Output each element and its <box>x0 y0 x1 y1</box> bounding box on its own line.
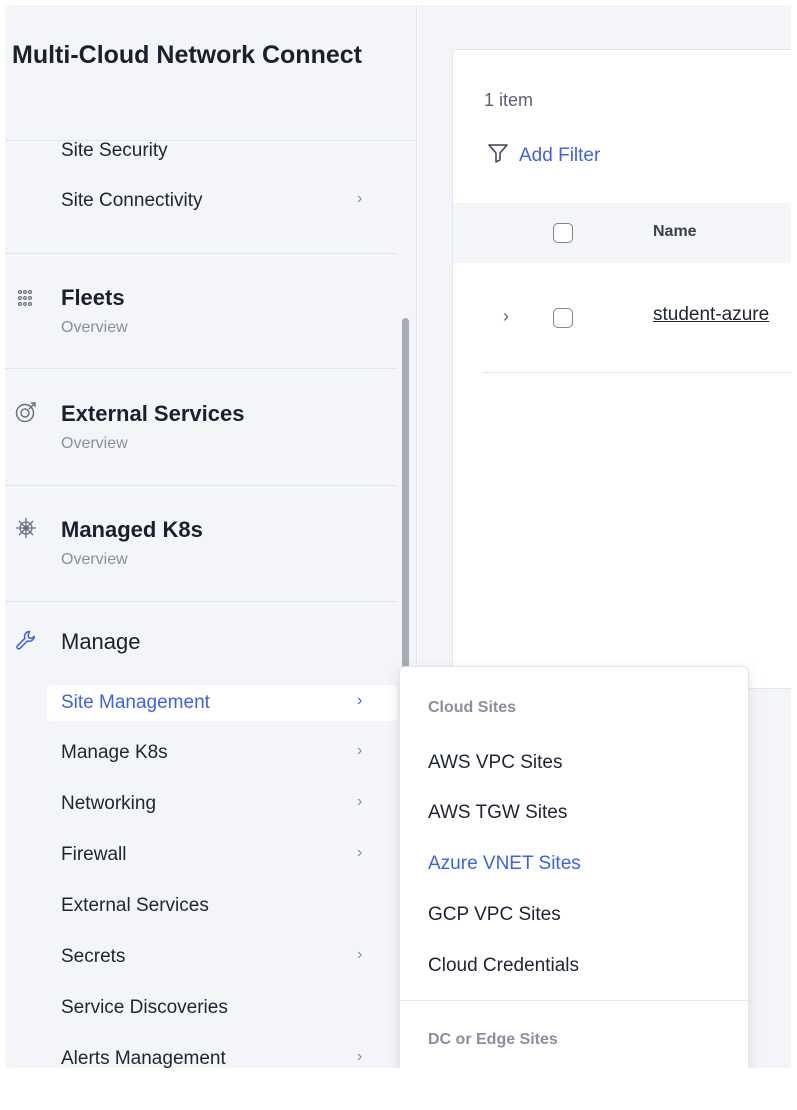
helm-wheel-icon <box>13 515 39 541</box>
section-title: External Services <box>61 401 245 426</box>
sidebar-item-site-security[interactable]: Site Security <box>5 133 397 169</box>
sidebar-item-external-services[interactable]: External Services <box>5 888 397 924</box>
sidebar-item-label: Alerts Management <box>61 1048 226 1068</box>
chevron-right-icon: › <box>357 692 363 709</box>
sidebar-item-label: Site Security <box>61 140 168 161</box>
sites-list-card: 1 item Add Filter Name › student-azure <box>452 49 791 689</box>
section-subtitle: Overview <box>61 551 128 568</box>
sidebar-section-fleets[interactable]: Fleets Overview <box>5 275 397 365</box>
section-subtitle: Overview <box>61 435 128 452</box>
chevron-right-icon: › <box>357 793 363 810</box>
divider <box>5 253 397 254</box>
menu-item-gcp-vpc-sites[interactable]: GCP VPC Sites <box>428 904 561 926</box>
divider <box>400 1000 750 1001</box>
sidebar-item-label: Site Management <box>61 692 210 713</box>
row-name-link[interactable]: student-azure <box>653 304 769 326</box>
sidebar-item-secrets[interactable]: Secrets › <box>5 939 397 975</box>
row-checkbox[interactable] <box>553 308 573 328</box>
wrench-icon <box>13 627 39 653</box>
filter-funnel-icon <box>487 142 509 170</box>
divider <box>483 372 791 373</box>
chevron-right-icon: › <box>357 1048 363 1065</box>
chevron-right-icon: › <box>357 190 363 207</box>
select-all-checkbox[interactable] <box>553 223 573 243</box>
divider <box>5 485 397 486</box>
sidebar-item-label: External Services <box>61 895 209 916</box>
menu-item-aws-tgw-sites[interactable]: AWS TGW Sites <box>428 802 567 824</box>
sidebar-item-label: Networking <box>61 793 157 814</box>
sidebar-item-firewall[interactable]: Firewall › <box>5 837 397 873</box>
table-header: Name <box>453 203 791 263</box>
add-filter-button[interactable]: Add Filter <box>487 142 600 170</box>
site-management-flyout-menu: Cloud Sites AWS VPC Sites AWS TGW Sites … <box>399 666 750 1068</box>
section-title: Managed K8s <box>61 517 203 542</box>
sidebar-item-manage-k8s[interactable]: Manage K8s › <box>5 735 397 771</box>
section-subtitle: Overview <box>61 319 128 336</box>
sidebar-section-external-services[interactable]: External Services Overview <box>5 391 397 481</box>
external-services-icon <box>13 399 39 425</box>
divider <box>5 368 397 369</box>
app-viewport: Multi-Cloud Network Connect Site Securit… <box>5 5 791 1068</box>
column-header-name[interactable]: Name <box>653 223 697 241</box>
sidebar-item-label: Site Connectivity <box>61 190 203 211</box>
sidebar-section-managed-k8s[interactable]: Managed K8s Overview <box>5 507 397 597</box>
menu-item-aws-vpc-sites[interactable]: AWS VPC Sites <box>428 752 562 774</box>
sidebar-item-site-connectivity[interactable]: Site Connectivity › <box>5 183 397 219</box>
sidebar-item-label: Manage K8s <box>61 742 168 763</box>
sidebar-item-site-management[interactable]: Site Management › <box>47 685 397 721</box>
add-filter-label: Add Filter <box>519 145 601 166</box>
app-title: Multi-Cloud Network Connect <box>12 41 362 69</box>
sidebar-item-label: Firewall <box>61 844 127 865</box>
fleets-icon <box>13 285 39 311</box>
flyout-group-dc-edge-sites: DC or Edge Sites <box>428 1031 558 1048</box>
menu-item-cloud-credentials[interactable]: Cloud Credentials <box>428 955 579 977</box>
chevron-right-icon: › <box>357 844 363 861</box>
item-count: 1 item <box>484 90 534 110</box>
sidebar-item-label: Service Discoveries <box>61 997 228 1018</box>
divider <box>5 601 397 602</box>
table-row[interactable]: › student-azure <box>453 264 791 372</box>
sidebar-item-service-discoveries[interactable]: Service Discoveries <box>5 990 397 1026</box>
sidebar-item-networking[interactable]: Networking › <box>5 786 397 822</box>
section-title: Fleets <box>61 285 125 310</box>
sidebar-item-alerts-management[interactable]: Alerts Management › <box>5 1041 397 1068</box>
chevron-right-icon: › <box>357 742 363 759</box>
sidebar-item-label: Secrets <box>61 946 126 967</box>
flyout-group-cloud-sites: Cloud Sites <box>428 699 517 716</box>
expand-row-chevron-icon[interactable]: › <box>503 306 509 327</box>
sidebar: Multi-Cloud Network Connect Site Securit… <box>5 5 417 1068</box>
section-title: Manage <box>61 629 141 654</box>
chevron-right-icon: › <box>357 946 363 963</box>
sidebar-section-manage[interactable]: Manage <box>5 623 397 663</box>
menu-item-azure-vnet-sites[interactable]: Azure VNET Sites <box>428 853 581 875</box>
sidebar-scrollbar[interactable] <box>402 318 409 673</box>
